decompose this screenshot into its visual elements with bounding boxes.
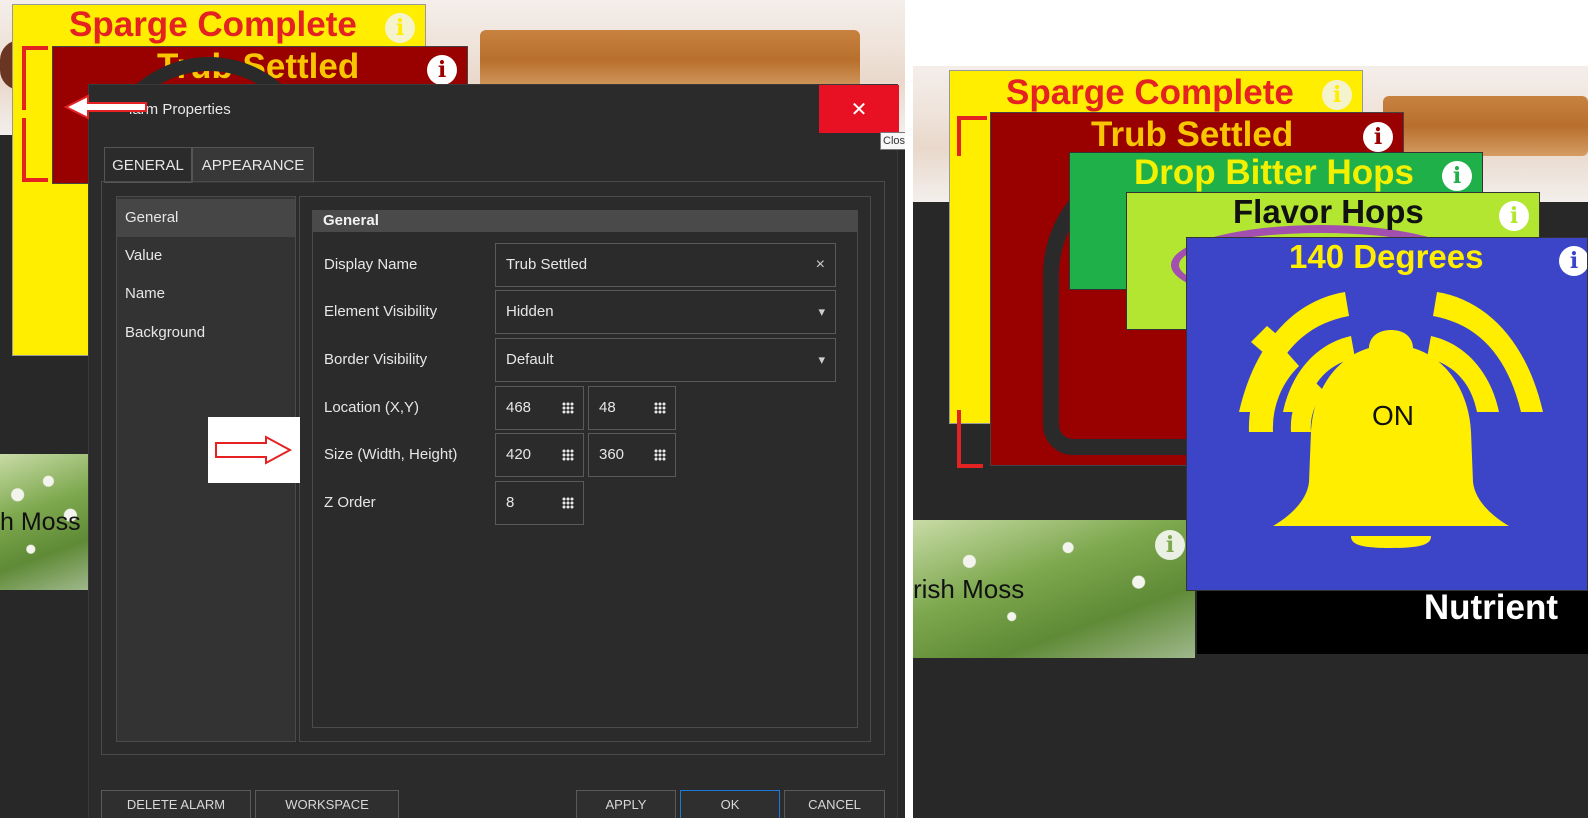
nutrient-title: Nutrient xyxy=(1423,588,1558,627)
irish-moss-alarm[interactable]: rish Moss i xyxy=(913,520,1195,658)
display-name-label: Display Name xyxy=(324,256,418,273)
140-degrees-title: 140 Degrees xyxy=(1289,238,1484,275)
keypad-icon[interactable] xyxy=(562,402,574,414)
workspace-button[interactable]: WORKSPACE xyxy=(255,790,399,818)
nav-item-name[interactable]: Name xyxy=(117,275,295,313)
left-screenshot: Sparge Complete i Trub Settled i h Moss … xyxy=(0,0,905,818)
photo-wood xyxy=(1383,96,1588,156)
keypad-icon[interactable] xyxy=(562,497,574,509)
tab-general[interactable]: GENERAL xyxy=(104,147,192,183)
info-icon[interactable]: i xyxy=(1499,201,1529,231)
info-icon[interactable]: i xyxy=(385,13,415,43)
border-visibility-select[interactable]: Default ▾ xyxy=(495,338,836,382)
nav-item-general[interactable]: General xyxy=(117,199,295,237)
photo-wood xyxy=(480,30,860,90)
annotation-arrow-right xyxy=(215,435,293,465)
keypad-icon[interactable] xyxy=(654,449,666,461)
close-button[interactable]: ✕ xyxy=(819,85,899,133)
general-group-header: General xyxy=(312,210,858,232)
size-width-input[interactable]: 420 xyxy=(495,433,584,477)
location-y-input[interactable]: 48 xyxy=(588,386,676,430)
selection-corner-bottom xyxy=(22,118,48,182)
annotation-arrow-left xyxy=(64,94,147,120)
info-icon[interactable]: i xyxy=(1559,246,1587,276)
display-name-value: Trub Settled xyxy=(506,256,588,273)
selection-corner-bottom xyxy=(957,410,983,468)
irish-moss-alarm[interactable]: h Moss xyxy=(0,454,88,590)
drop-bitter-hops-title: Drop Bitter Hops xyxy=(1134,153,1414,192)
irish-moss-title: h Moss xyxy=(0,508,81,536)
chevron-down-icon: ▾ xyxy=(818,352,825,367)
sparge-complete-title: Sparge Complete xyxy=(69,5,357,44)
selection-corner-top xyxy=(957,116,987,156)
z-order-input[interactable]: 8 xyxy=(495,481,584,525)
element-visibility-value: Hidden xyxy=(506,303,554,320)
nav-item-value[interactable]: Value xyxy=(117,237,295,275)
info-icon[interactable]: i xyxy=(427,55,457,85)
140-degrees-alarm[interactable]: 140 Degrees i ON xyxy=(1186,237,1588,591)
right-screenshot: Sparge Complete i Trub Settled i Drop Bi… xyxy=(913,0,1588,818)
size-height-input[interactable]: 360 xyxy=(588,433,676,477)
trub-settled-title: Trub Settled xyxy=(1091,115,1294,154)
divider xyxy=(905,0,913,818)
sparge-complete-title: Sparge Complete xyxy=(1006,73,1294,112)
border-visibility-value: Default xyxy=(506,351,554,368)
info-icon[interactable]: i xyxy=(1363,122,1393,152)
size-width-value: 420 xyxy=(506,446,532,463)
nav-item-background[interactable]: Background xyxy=(117,314,295,352)
cancel-button[interactable]: CANCEL xyxy=(784,790,885,818)
z-order-label: Z Order xyxy=(324,494,376,511)
location-label: Location (X,Y) xyxy=(324,399,420,416)
apply-button[interactable]: APPLY xyxy=(576,790,676,818)
chevron-down-icon: ▾ xyxy=(818,304,825,319)
display-name-input[interactable]: Trub Settled × xyxy=(495,243,836,287)
location-x-input[interactable]: 468 xyxy=(495,386,584,430)
z-order-value: 8 xyxy=(506,494,515,511)
annotation-box xyxy=(208,417,300,483)
border-visibility-label: Border Visibility xyxy=(324,351,428,368)
element-visibility-select[interactable]: Hidden ▾ xyxy=(495,290,836,334)
delete-alarm-button[interactable]: DELETE ALARM xyxy=(101,790,251,818)
close-icon: ✕ xyxy=(850,98,868,121)
keypad-icon[interactable] xyxy=(654,402,666,414)
size-label: Size (Width, Height) xyxy=(324,446,458,463)
info-icon[interactable]: i xyxy=(1155,530,1185,560)
general-group xyxy=(312,210,858,728)
clear-icon[interactable]: × xyxy=(816,244,825,286)
keypad-icon[interactable] xyxy=(562,449,574,461)
nutrient-alarm[interactable]: Nutrient xyxy=(1197,588,1588,654)
alarm-state-label: ON xyxy=(1372,400,1414,431)
flavor-hops-title: Flavor Hops xyxy=(1233,193,1424,230)
info-icon[interactable]: i xyxy=(1442,161,1472,191)
bell-icon xyxy=(1239,292,1543,548)
size-height-value: 360 xyxy=(599,446,625,463)
info-icon[interactable]: i xyxy=(1322,80,1352,110)
element-visibility-label: Element Visibility xyxy=(324,303,438,320)
location-x-value: 468 xyxy=(506,399,532,416)
tab-appearance[interactable]: APPEARANCE xyxy=(192,147,314,183)
irish-moss-title: rish Moss xyxy=(913,574,1025,604)
selection-corner-top xyxy=(22,46,48,110)
close-tooltip: Close xyxy=(880,132,905,150)
ok-button[interactable]: OK xyxy=(680,790,780,818)
location-y-value: 48 xyxy=(599,399,616,416)
